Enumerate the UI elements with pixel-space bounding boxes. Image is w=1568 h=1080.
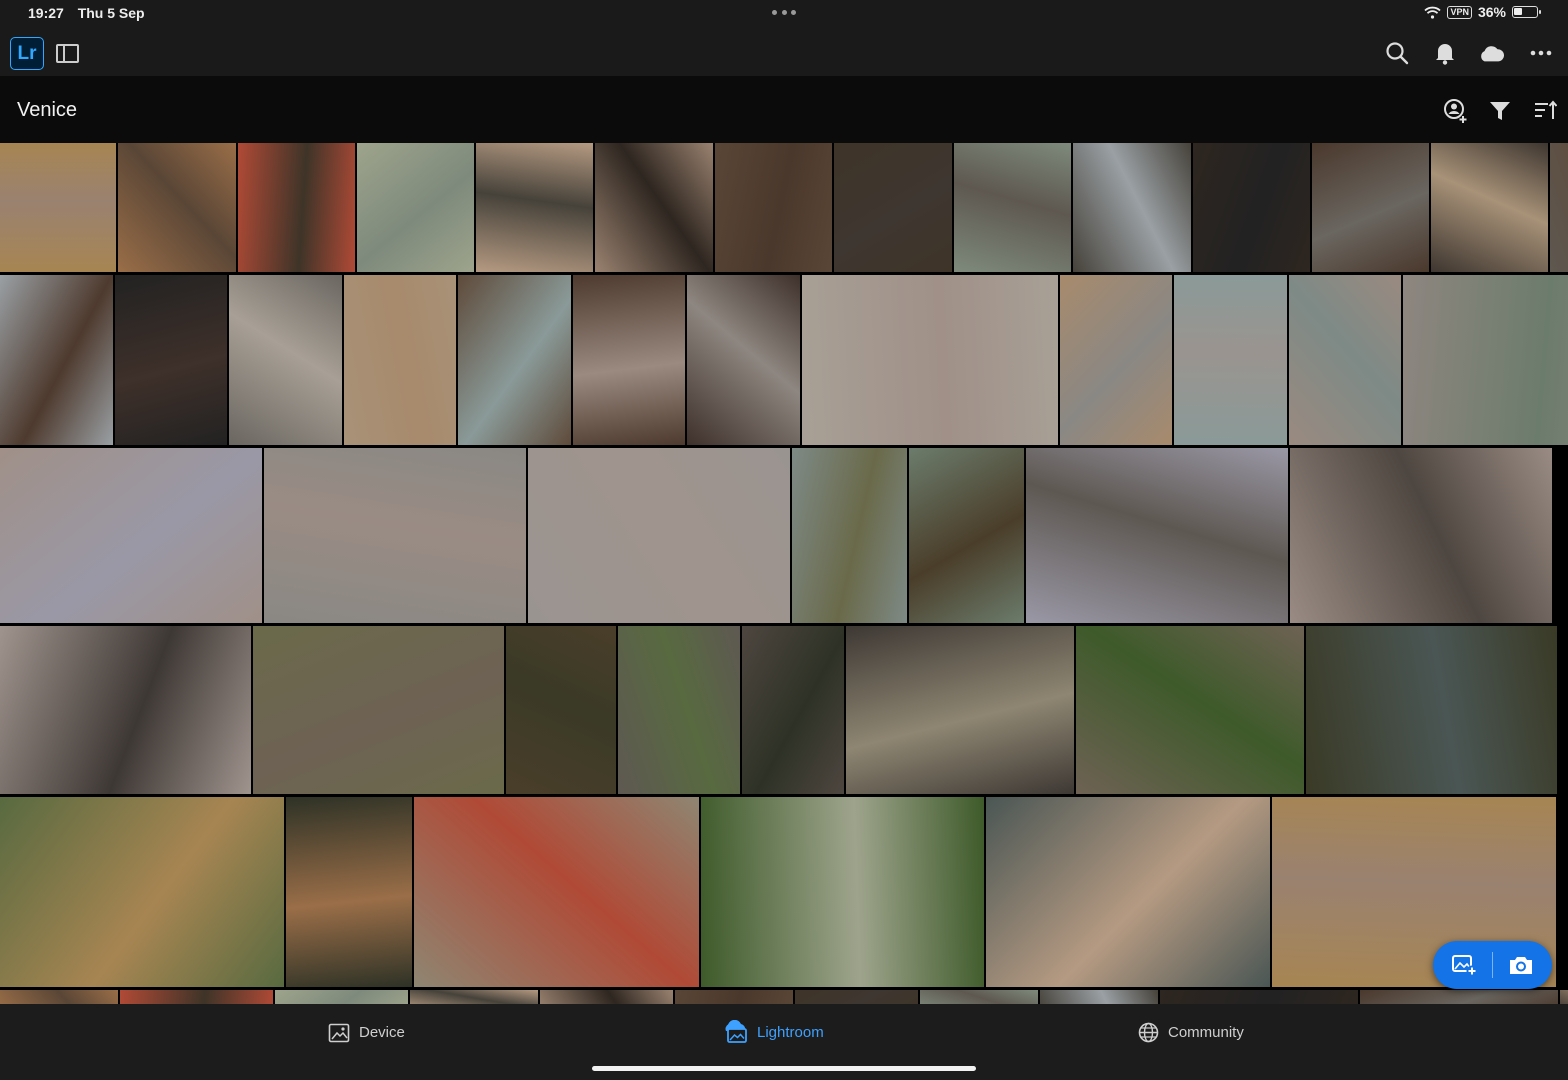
photo-thumbnail[interactable] [1560, 990, 1568, 1004]
photo-thumbnail[interactable] [344, 275, 456, 445]
album-header: Venice [0, 76, 1568, 143]
photo-icon [328, 1023, 350, 1042]
photo-thumbnail[interactable] [846, 626, 1074, 794]
search-icon[interactable] [1384, 40, 1410, 66]
photo-thumbnail[interactable] [1060, 275, 1172, 445]
photo-thumbnail[interactable] [618, 626, 740, 794]
sidebar-toggle-icon[interactable] [56, 44, 79, 63]
status-time: 19:27 [28, 5, 64, 21]
photo-thumbnail[interactable] [834, 143, 952, 272]
photo-thumbnail[interactable] [476, 143, 593, 272]
globe-icon [1138, 1022, 1159, 1042]
home-indicator[interactable] [592, 1066, 976, 1071]
tab-label: Lightroom [757, 1023, 824, 1041]
photo-thumbnail[interactable] [595, 143, 713, 272]
camera-icon[interactable] [1507, 953, 1535, 977]
wifi-icon [1424, 6, 1442, 19]
photo-thumbnail[interactable] [264, 448, 526, 623]
photo-thumbnail[interactable] [1076, 626, 1304, 794]
vpn-badge: VPN [1447, 5, 1472, 19]
photo-thumbnail[interactable] [1431, 143, 1548, 272]
photo-thumbnail[interactable] [0, 143, 116, 272]
photo-thumbnail[interactable] [0, 626, 251, 794]
photo-thumbnail[interactable] [909, 448, 1024, 623]
photo-thumbnail[interactable] [1403, 275, 1568, 445]
photo-thumbnail[interactable] [1312, 143, 1429, 272]
photo-thumbnail[interactable] [1550, 143, 1568, 272]
battery-percent: 36% [1477, 4, 1506, 20]
photo-thumbnail[interactable] [795, 990, 918, 1004]
more-icon[interactable] [1528, 40, 1554, 66]
photo-thumbnail[interactable] [715, 143, 832, 272]
status-indicators: VPN 36% [1424, 4, 1541, 20]
photo-thumbnail[interactable] [1306, 626, 1557, 794]
photo-thumbnail[interactable] [1174, 275, 1287, 445]
photo-thumbnail[interactable] [1073, 143, 1191, 272]
photo-thumbnail[interactable] [986, 797, 1270, 987]
tab-label: Device [359, 1023, 405, 1041]
filter-icon[interactable] [1487, 98, 1513, 124]
battery-level [1514, 8, 1522, 15]
photo-thumbnail[interactable] [1026, 448, 1288, 623]
photo-thumbnail[interactable] [1040, 990, 1158, 1004]
multitasking-dots[interactable] [772, 10, 796, 16]
photo-thumbnail[interactable] [120, 990, 273, 1004]
tab-device[interactable]: Device [328, 1020, 405, 1044]
photo-thumbnail[interactable] [1160, 990, 1358, 1004]
photo-thumbnail[interactable] [238, 143, 355, 272]
photo-thumbnail[interactable] [414, 797, 699, 987]
photo-thumbnail[interactable] [357, 143, 474, 272]
photo-thumbnail[interactable] [687, 275, 800, 445]
photo-thumbnail[interactable] [253, 626, 504, 794]
photo-thumbnail[interactable] [573, 275, 685, 445]
photo-thumbnail[interactable] [954, 143, 1071, 272]
photo-thumbnail[interactable] [0, 797, 284, 987]
photo-thumbnail[interactable] [701, 797, 984, 987]
photo-thumbnail[interactable] [1290, 448, 1552, 623]
photo-thumbnail[interactable] [675, 990, 793, 1004]
photo-thumbnail[interactable] [920, 990, 1038, 1004]
photo-thumbnail[interactable] [0, 448, 262, 623]
cloud-icon[interactable] [1478, 40, 1504, 66]
photo-thumbnail[interactable] [506, 626, 616, 794]
add-photo-icon[interactable] [1451, 953, 1479, 977]
sort-icon[interactable] [1532, 98, 1558, 124]
photo-grid[interactable] [0, 143, 1568, 1004]
photo-thumbnail[interactable] [410, 990, 538, 1004]
battery-icon [1512, 6, 1541, 18]
photo-thumbnail[interactable] [0, 990, 118, 1004]
photo-thumbnail[interactable] [1360, 990, 1558, 1004]
photo-thumbnail[interactable] [792, 448, 907, 623]
lightroom-logo[interactable]: Lr [10, 37, 44, 70]
photo-thumbnail[interactable] [802, 275, 1058, 445]
photo-thumbnail[interactable] [540, 990, 673, 1004]
photo-thumbnail[interactable] [458, 275, 571, 445]
status-date: Thu 5 Sep [77, 5, 145, 21]
status-time-date: 19:27 Thu 5 Sep [28, 5, 155, 21]
app-bar: Lr [0, 28, 1568, 76]
photo-thumbnail[interactable] [1289, 275, 1401, 445]
photo-thumbnail[interactable] [1193, 143, 1310, 272]
photo-thumbnail[interactable] [0, 275, 113, 445]
bell-icon[interactable] [1432, 40, 1458, 66]
album-title: Venice [17, 99, 78, 121]
tab-community[interactable]: Community [1138, 1020, 1244, 1044]
add-photos-fab [1433, 941, 1552, 989]
photo-thumbnail[interactable] [742, 626, 844, 794]
tab-label: Community [1168, 1023, 1244, 1041]
photo-thumbnail[interactable] [118, 143, 236, 272]
photo-thumbnail[interactable] [528, 448, 790, 623]
add-person-icon[interactable] [1443, 98, 1469, 124]
status-bar: 19:27 Thu 5 Sep VPN 36% [0, 0, 1568, 28]
photo-thumbnail[interactable] [115, 275, 227, 445]
cloud-photo-icon [725, 1020, 747, 1043]
photo-thumbnail[interactable] [275, 990, 408, 1004]
fab-divider [1492, 952, 1493, 978]
photo-thumbnail[interactable] [286, 797, 412, 987]
photo-thumbnail[interactable] [229, 275, 342, 445]
tab-lightroom[interactable]: Lightroom [722, 1020, 824, 1044]
